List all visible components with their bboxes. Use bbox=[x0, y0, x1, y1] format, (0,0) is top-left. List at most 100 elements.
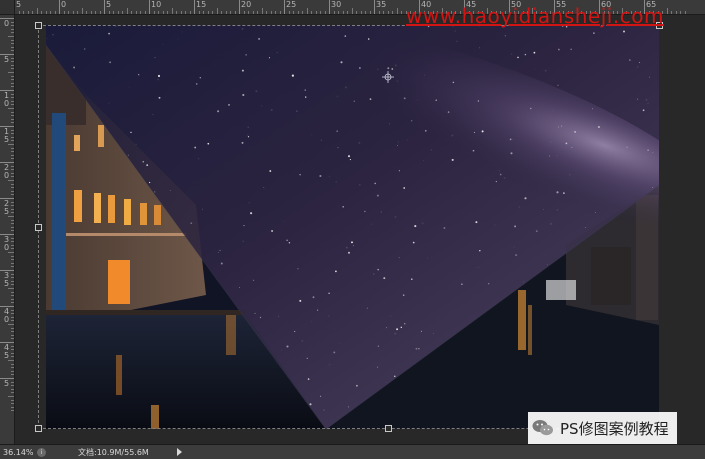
ruler-minor-tick bbox=[176, 11, 177, 14]
star bbox=[563, 192, 565, 194]
ruler-minor-tick bbox=[356, 11, 357, 14]
ruler-minor-tick bbox=[113, 11, 114, 14]
ruler-minor-tick bbox=[68, 11, 69, 14]
star bbox=[194, 146, 197, 149]
transform-handle-bottom-mid[interactable] bbox=[385, 425, 392, 432]
ruler-top-label: 20 bbox=[241, 0, 252, 9]
ruler-minor-tick bbox=[11, 338, 14, 340]
star bbox=[400, 326, 403, 329]
star bbox=[418, 348, 420, 350]
star bbox=[557, 48, 560, 51]
star bbox=[387, 67, 390, 70]
ruler-corner[interactable] bbox=[0, 0, 15, 15]
transform-handle-mid-left[interactable] bbox=[35, 224, 42, 231]
ruler-minor-tick bbox=[8, 324, 14, 325]
star bbox=[238, 287, 240, 288]
star bbox=[571, 147, 573, 148]
ruler-minor-tick bbox=[63, 11, 65, 14]
document-canvas[interactable] bbox=[46, 25, 659, 429]
ruler-minor-tick bbox=[293, 11, 294, 14]
star bbox=[420, 330, 422, 332]
star bbox=[349, 159, 351, 161]
star bbox=[130, 131, 132, 134]
star bbox=[594, 211, 596, 213]
ruler-minor-tick bbox=[11, 64, 14, 66]
star bbox=[509, 138, 512, 141]
star bbox=[259, 316, 262, 319]
star bbox=[495, 181, 497, 183]
star bbox=[435, 99, 437, 101]
star bbox=[320, 395, 322, 397]
ruler-minor-tick bbox=[158, 11, 159, 14]
star bbox=[109, 61, 111, 64]
star bbox=[348, 406, 350, 408]
star bbox=[475, 221, 478, 224]
star bbox=[219, 250, 221, 251]
ruler-minor-tick bbox=[11, 129, 14, 131]
ruler-top-label: 5 bbox=[106, 0, 112, 9]
blue-banner bbox=[52, 113, 66, 313]
star bbox=[152, 114, 154, 115]
zoom-level[interactable]: 36.14% bbox=[3, 448, 34, 457]
ruler-minor-tick bbox=[180, 11, 182, 14]
ruler-minor-tick bbox=[126, 8, 128, 14]
transform-handle-bottom-left[interactable] bbox=[35, 425, 42, 432]
star bbox=[138, 74, 140, 76]
ruler-minor-tick bbox=[81, 8, 83, 14]
ruler-left-label: 4 5 bbox=[4, 343, 10, 360]
star bbox=[294, 330, 296, 333]
star bbox=[347, 251, 351, 254]
star bbox=[499, 173, 502, 176]
transform-handle-top-left[interactable] bbox=[35, 22, 42, 29]
star bbox=[433, 333, 434, 334]
info-icon[interactable]: i bbox=[37, 447, 46, 457]
star bbox=[305, 96, 307, 98]
star bbox=[447, 111, 450, 113]
star bbox=[352, 245, 354, 247]
star bbox=[356, 384, 358, 387]
ruler-minor-tick bbox=[11, 43, 14, 45]
ruler-minor-tick bbox=[8, 288, 14, 289]
ruler-minor-tick bbox=[378, 11, 380, 14]
ruler-minor-tick bbox=[86, 11, 87, 14]
ruler-minor-tick bbox=[288, 11, 290, 14]
star bbox=[451, 158, 454, 161]
ruler-minor-tick bbox=[11, 61, 14, 63]
ruler-minor-tick bbox=[11, 32, 14, 34]
ruler-minor-tick bbox=[11, 298, 14, 300]
wechat-label: PS修图案例教程 bbox=[560, 419, 669, 438]
ruler-minor-tick bbox=[11, 273, 14, 275]
star bbox=[169, 190, 171, 192]
ruler-minor-tick bbox=[261, 8, 263, 14]
star bbox=[254, 312, 256, 314]
ruler-minor-tick bbox=[671, 11, 672, 14]
ruler-minor-tick bbox=[234, 11, 236, 14]
ruler-major-tick bbox=[149, 0, 150, 14]
ruler-minor-tick bbox=[11, 165, 14, 167]
star bbox=[335, 270, 337, 273]
ruler-minor-tick bbox=[11, 111, 14, 113]
ruler-minor-tick bbox=[11, 39, 14, 41]
ruler-minor-tick bbox=[666, 8, 668, 14]
star bbox=[535, 230, 538, 233]
ruler-minor-tick bbox=[11, 223, 14, 225]
vertical-ruler[interactable]: 0 5 1 0 1 5 2 0 2 5 3 0 3 5 4 0 4 5 5 bbox=[0, 14, 15, 444]
status-bar: 36.14% i 文档:10.9M/55.6M bbox=[0, 444, 705, 459]
ruler-minor-tick bbox=[77, 11, 78, 14]
ruler-minor-tick bbox=[8, 108, 14, 109]
ruler-minor-tick bbox=[8, 252, 14, 253]
triangle-right-icon[interactable] bbox=[177, 448, 182, 456]
star bbox=[195, 83, 198, 85]
star bbox=[217, 110, 220, 113]
star bbox=[220, 262, 223, 265]
ruler-minor-tick bbox=[11, 86, 14, 88]
ruler-minor-tick bbox=[11, 79, 14, 81]
star bbox=[291, 74, 294, 77]
star bbox=[389, 123, 390, 125]
ruler-minor-tick bbox=[383, 11, 384, 14]
ruler-minor-tick bbox=[243, 11, 245, 14]
star bbox=[306, 357, 308, 359]
ruler-minor-tick bbox=[11, 277, 14, 279]
ruler-minor-tick bbox=[41, 11, 42, 14]
star bbox=[380, 211, 382, 213]
